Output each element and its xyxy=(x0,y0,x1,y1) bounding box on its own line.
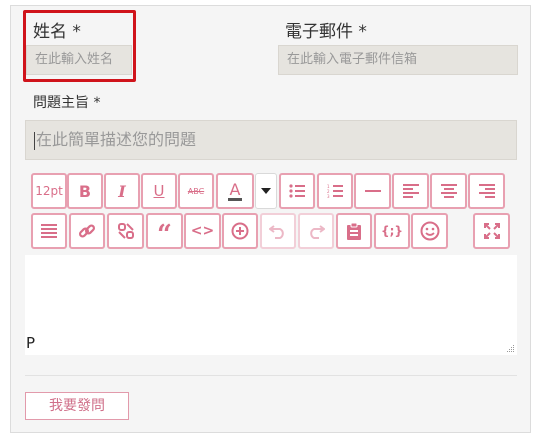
horizontal-rule-button[interactable] xyxy=(354,173,391,209)
caret-down-icon xyxy=(261,188,271,194)
smiley-icon xyxy=(420,221,439,241)
editor-text: P xyxy=(26,334,36,352)
code-icon: <> xyxy=(190,223,215,239)
numbered-list-button[interactable]: 123 xyxy=(317,173,353,209)
align-left-icon xyxy=(402,184,419,198)
svg-text:3: 3 xyxy=(327,194,330,198)
submit-question-button[interactable]: 我要發問 xyxy=(25,392,129,420)
resize-grip-icon[interactable] xyxy=(505,343,515,353)
strikethrough-button[interactable]: ABC xyxy=(178,173,214,209)
insert-link-button[interactable] xyxy=(69,213,105,249)
link-icon xyxy=(78,224,96,238)
email-input[interactable]: 在此輸入電子郵件信箱 xyxy=(278,45,518,75)
justify-button[interactable] xyxy=(31,213,67,249)
bold-button[interactable]: B xyxy=(67,173,103,209)
undo-icon xyxy=(269,225,284,239)
align-right-button[interactable] xyxy=(468,173,505,209)
subject-placeholder: 在此簡單描述您的問題 xyxy=(36,130,197,149)
italic-icon: I xyxy=(118,181,126,201)
code-button[interactable]: <> xyxy=(184,213,221,249)
subject-input[interactable]: 在此簡單描述您的問題 xyxy=(25,120,517,160)
numbered-list-icon: 123 xyxy=(327,184,343,198)
email-label: 電子郵件 * xyxy=(285,22,367,42)
font-color-dropdown[interactable] xyxy=(255,173,277,209)
font-color-icon: A xyxy=(227,179,243,201)
underline-icon: U xyxy=(153,182,165,200)
blockquote-button[interactable]: “ xyxy=(146,213,183,249)
unlink-button[interactable] xyxy=(107,213,144,249)
text-caret xyxy=(34,131,35,150)
insert-button[interactable] xyxy=(222,213,258,249)
strikethrough-icon: ABC xyxy=(187,186,205,196)
justify-icon xyxy=(41,224,57,238)
emoji-button[interactable] xyxy=(411,213,448,249)
italic-button[interactable]: I xyxy=(104,173,140,209)
form-divider xyxy=(25,375,517,376)
underline-button[interactable]: U xyxy=(141,173,177,209)
horizontal-rule-icon xyxy=(364,190,381,192)
bold-icon: B xyxy=(78,181,92,201)
align-left-button[interactable] xyxy=(392,173,429,209)
font-size-button[interactable]: 12pt xyxy=(31,173,67,209)
plus-circle-icon xyxy=(231,222,249,240)
unlink-icon xyxy=(117,223,134,239)
undo-button[interactable] xyxy=(260,213,296,249)
bullet-list-button[interactable] xyxy=(279,173,315,209)
editor-content-area[interactable]: P xyxy=(25,255,517,355)
align-center-icon xyxy=(440,184,457,198)
redo-icon xyxy=(310,225,325,239)
quote-icon: “ xyxy=(157,220,172,250)
align-center-button[interactable] xyxy=(430,173,467,209)
align-right-icon xyxy=(478,184,495,198)
font-color-button[interactable]: A xyxy=(216,173,254,209)
clipboard-icon xyxy=(347,222,361,240)
subject-label: 問題主旨 * xyxy=(33,95,101,111)
redo-button[interactable] xyxy=(298,213,334,249)
braces-icon: {;} xyxy=(381,224,403,238)
bullet-list-icon xyxy=(289,184,305,198)
paste-button[interactable] xyxy=(336,213,372,249)
expand-icon xyxy=(483,223,500,239)
fullscreen-button[interactable] xyxy=(473,213,510,249)
name-field-highlight xyxy=(23,10,136,82)
insert-code-block-button[interactable]: {;} xyxy=(374,213,410,249)
